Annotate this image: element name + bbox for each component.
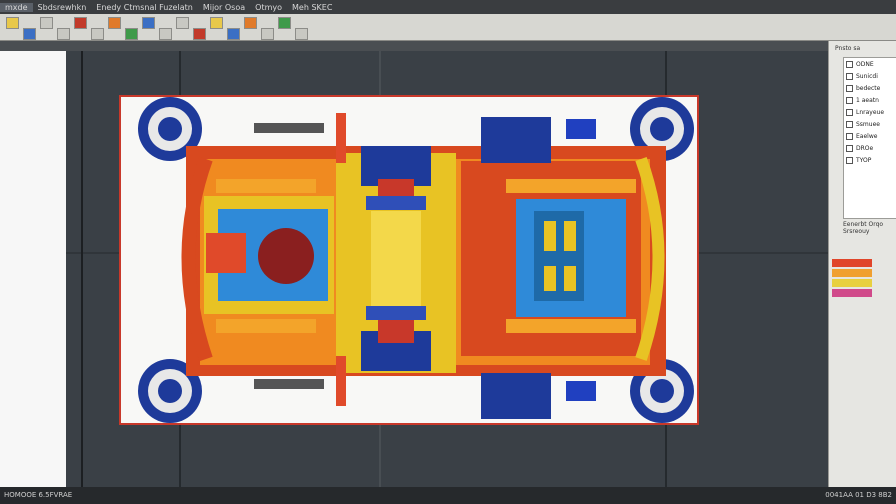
menu-item[interactable]: Sbdsrewhkn bbox=[33, 3, 92, 12]
layer-row[interactable]: Sunicdi bbox=[844, 70, 896, 82]
cad-model[interactable] bbox=[66, 51, 828, 487]
undo-icon[interactable] bbox=[40, 17, 53, 29]
layer-row[interactable]: 1 aeatn bbox=[844, 94, 896, 106]
legend-swatch bbox=[832, 269, 872, 277]
layer-checkbox[interactable] bbox=[846, 72, 853, 80]
layers-icon[interactable] bbox=[278, 17, 291, 29]
layer-row[interactable]: Ssmuee bbox=[844, 118, 896, 130]
layer-row[interactable]: ODNE bbox=[844, 58, 896, 70]
layer-list[interactable]: ODNE Sunicdi bedecte 1 aeatn Lnrayeue Ssmuee E… bbox=[843, 57, 896, 219]
layer-checkbox[interactable] bbox=[846, 144, 853, 152]
layer-checkbox[interactable] bbox=[846, 120, 853, 128]
layer-checkbox[interactable] bbox=[846, 84, 853, 92]
layer-checkbox[interactable] bbox=[846, 108, 853, 116]
layer-row[interactable]: DROe bbox=[844, 142, 896, 154]
grid-icon[interactable] bbox=[261, 28, 274, 40]
render-icon[interactable] bbox=[244, 17, 257, 29]
layer-checkbox[interactable] bbox=[846, 156, 853, 164]
legend-row bbox=[832, 259, 894, 267]
panel-title: Pnsto sa bbox=[835, 45, 861, 52]
menu-item[interactable]: Meh SKEC bbox=[287, 3, 337, 12]
status-left-text: HOMOOE 6.5FVRAE bbox=[4, 491, 73, 499]
layer-checkbox[interactable] bbox=[846, 60, 853, 68]
cad-viewport[interactable] bbox=[66, 51, 828, 487]
status-bar: HOMOOE 6.5FVRAE 0041AA 01 D3 8B2 bbox=[0, 487, 896, 504]
layer-row[interactable]: Eaelwe bbox=[844, 130, 896, 142]
menu-item[interactable]: Enedy Ctmsnal Fuzelatn bbox=[91, 3, 198, 12]
paste-icon[interactable] bbox=[108, 17, 121, 29]
layer-row[interactable]: Lnrayeue bbox=[844, 106, 896, 118]
legend-swatch bbox=[832, 289, 872, 297]
select-icon[interactable] bbox=[176, 17, 189, 29]
legend-row bbox=[832, 289, 894, 297]
rotate-icon[interactable] bbox=[142, 17, 155, 29]
legend-row bbox=[832, 269, 894, 277]
layer-label: Sunicdi bbox=[856, 72, 878, 80]
copy-icon[interactable] bbox=[91, 28, 104, 40]
legend-swatch bbox=[832, 279, 872, 287]
layer-label: bedecte bbox=[856, 84, 881, 92]
layer-label: DROe bbox=[856, 144, 874, 152]
zoom-icon[interactable] bbox=[125, 28, 138, 40]
layer-label: Ssmuee bbox=[856, 120, 880, 128]
layer-label: Lnrayeue bbox=[856, 108, 885, 116]
settings-icon[interactable] bbox=[295, 28, 308, 40]
redo-icon[interactable] bbox=[57, 28, 70, 40]
properties-section: Eenerbt Orqo Srsreouy bbox=[843, 221, 883, 235]
mesh-icon[interactable] bbox=[227, 28, 240, 40]
measure-icon[interactable] bbox=[193, 28, 206, 40]
layer-checkbox[interactable] bbox=[846, 132, 853, 140]
layer-label: 1 aeatn bbox=[856, 96, 879, 104]
ribbon-strip bbox=[0, 41, 828, 51]
layer-label: Eaelwe bbox=[856, 132, 878, 140]
title-bar: mxde Sbdsrewhkn Enedy Ctmsnal Fuzelatn M… bbox=[0, 0, 896, 14]
color-legend bbox=[832, 259, 894, 299]
menu-item[interactable]: Mijor Osoa bbox=[198, 3, 250, 12]
layer-label: TYOP bbox=[856, 156, 872, 164]
layer-label: ODNE bbox=[856, 60, 874, 68]
pan-icon[interactable] bbox=[159, 28, 172, 40]
cut-icon[interactable] bbox=[74, 17, 87, 29]
status-right-text: 0041AA 01 D3 8B2 bbox=[825, 491, 892, 499]
layer-checkbox[interactable] bbox=[846, 96, 853, 104]
folder-icon[interactable] bbox=[6, 17, 19, 29]
legend-row bbox=[832, 279, 894, 287]
layer-row[interactable]: TYOP bbox=[844, 154, 896, 166]
left-canvas-margin bbox=[0, 51, 66, 487]
app-menu[interactable]: mxde bbox=[0, 2, 33, 12]
section-icon[interactable] bbox=[210, 17, 223, 29]
layer-row[interactable]: bedecte bbox=[844, 82, 896, 94]
save-icon[interactable] bbox=[23, 28, 36, 40]
properties-panel: Pnsto sa ODNE Sunicdi bedecte 1 aeatn Lnraye… bbox=[828, 41, 896, 487]
property-label: Eenerbt Orqo bbox=[843, 221, 884, 228]
toolbar bbox=[0, 14, 896, 41]
property-label: Srsreouy bbox=[843, 228, 870, 235]
menu-item[interactable]: Otmyo bbox=[250, 3, 287, 12]
legend-swatch bbox=[832, 259, 872, 267]
